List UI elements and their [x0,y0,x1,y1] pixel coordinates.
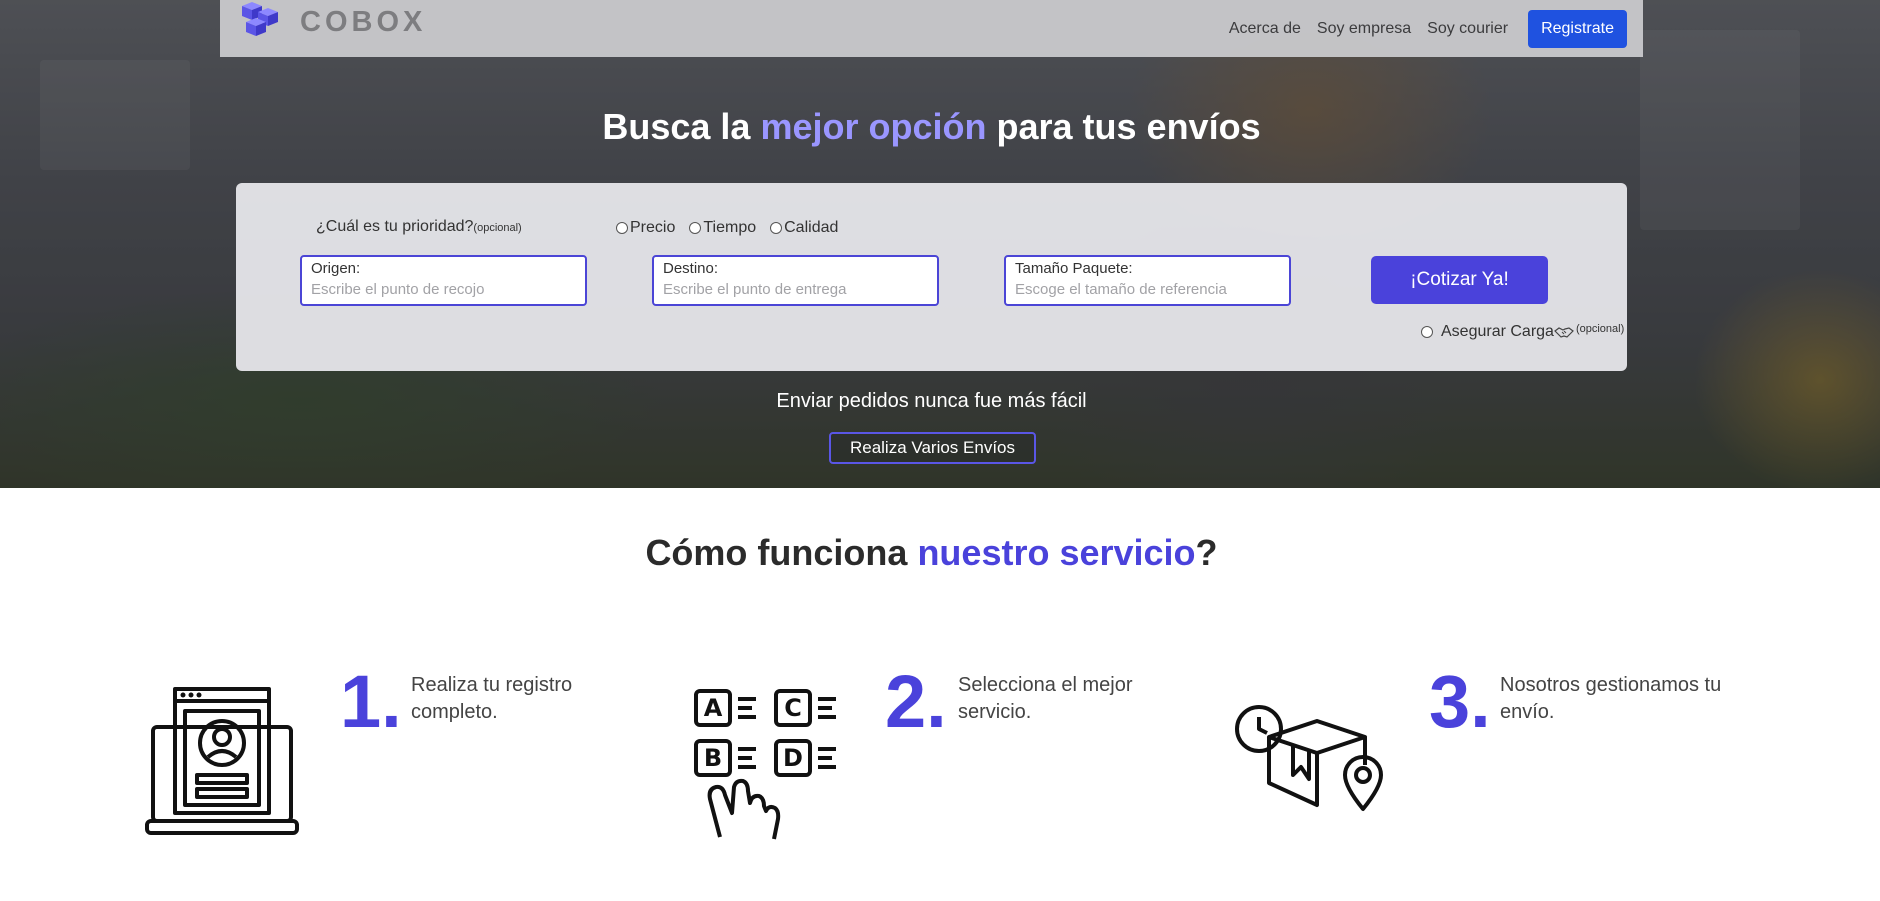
how-it-works-title: Cómo funciona nuestro servicio? [0,532,1863,574]
priority-option-label: Precio [630,219,676,236]
svg-text:A: A [704,694,723,722]
package-size-field[interactable]: Tamaño Paquete: [1004,255,1291,306]
radio-button[interactable] [689,222,702,234]
radio-button[interactable] [616,222,628,234]
radio-button[interactable] [1421,326,1433,338]
radio-button[interactable] [770,222,783,234]
priority-option-label: Calidad [784,219,839,236]
step-1-text: Realiza tu registro completo. [411,674,573,723]
quote-now-button[interactable]: ¡Cotizar Ya! [1371,256,1548,304]
handshake-icon [1554,327,1574,338]
hero-title: Busca la mejor opción para tus envíos [0,106,1863,148]
hero-section: COBOX Acerca de Soy empresa Soy courier … [0,0,1880,488]
destination-label: Destino: [663,260,719,277]
brand-logo[interactable]: COBOX [236,2,426,42]
hero-title-accent: mejor opción [760,106,987,147]
package-size-input[interactable] [1015,281,1280,298]
step-2-number: 2. [885,660,947,743]
origin-label: Origen: [311,260,361,277]
origin-field[interactable]: Origen: [300,255,587,306]
hero-title-post: para tus envíos [986,106,1261,147]
profile-laptop-icon [145,687,299,835]
how-title-post: ? [1195,532,1218,573]
how-title-pre: Cómo funciona [645,532,918,573]
quote-form-card: ¿Cuál es tu prioridad?(opcional) Precio … [236,183,1627,371]
origin-input[interactable] [311,281,576,298]
package-delivery-icon [1235,705,1383,811]
abcd-choice-icon: A C B D [694,689,836,840]
destination-input[interactable] [663,281,928,298]
nav-link-about[interactable]: Acerca de [1229,20,1301,38]
priority-options: Precio Tiempo Calidad [616,219,852,237]
svg-text:C: C [784,694,802,722]
priority-option-time[interactable]: Tiempo [689,219,756,237]
cube-logo-icon [242,2,278,36]
priority-option-quality[interactable]: Calidad [770,219,838,237]
insure-cargo-option[interactable]: Asegurar Carga (opcional) [1421,323,1624,341]
package-size-label: Tamaño Paquete: [1015,260,1133,277]
hero-tagline: Enviar pedidos nunca fue más fácil [776,390,1087,412]
navbar: COBOX Acerca de Soy empresa Soy courier … [220,0,1643,57]
nav-links: Acerca de Soy empresa Soy courier Regist… [1213,10,1627,48]
step-3-number: 3. [1429,660,1491,743]
multiple-shipments-button[interactable]: Realiza Varios Envíos [829,432,1036,464]
step-1-number: 1. [340,660,402,743]
register-button[interactable]: Registrate [1528,10,1627,48]
insure-cargo-label: Asegurar Carga [1441,323,1554,340]
nav-link-company[interactable]: Soy empresa [1317,20,1411,38]
insure-optional-note: (opcional) [1575,323,1625,335]
step-3-text: Nosotros gestionamos tu envío. [1500,674,1722,723]
hero-title-pre: Busca la [602,106,761,147]
step-2-text: Selecciona el mejor servicio. [958,674,1133,723]
how-title-accent: nuestro servicio [917,532,1196,573]
nav-link-courier[interactable]: Soy courier [1427,20,1508,38]
priority-question-text: ¿Cuál es tu prioridad? [316,218,474,235]
priority-optional-note: (opcional) [473,222,522,234]
svg-text:D: D [783,744,803,772]
priority-option-price[interactable]: Precio [616,219,675,237]
priority-question: ¿Cuál es tu prioridad?(opcional) [316,218,522,236]
brand-name: COBOX [300,5,427,38]
priority-option-label: Tiempo [703,219,757,236]
destination-field[interactable]: Destino: [652,255,939,306]
svg-text:B: B [704,744,722,772]
